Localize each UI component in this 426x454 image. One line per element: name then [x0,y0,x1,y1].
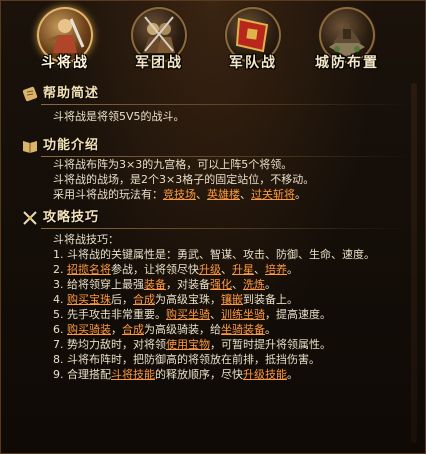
tab-legion-battle[interactable]: 军团战 [117,7,201,77]
tip-number: 2. [53,263,64,276]
divider [41,228,411,229]
tab-general-battle[interactable]: 斗将战 [23,7,107,77]
tip-link[interactable]: 升级技能 [243,368,287,381]
tip-text: 后， [111,293,133,306]
tip-number: 7. [53,338,64,351]
tip-link[interactable]: 训练坐骑 [221,308,265,321]
tip-text: ，可暂时提升将领属性。 [210,338,331,351]
tip-item: 1. 斗将战的关键属性是：勇武、智谋、攻击、防御、生命、速度。 [53,247,413,262]
tip-item: 2. 招揽名将参战，让将领尽快升级、升星、培养。 [53,262,413,277]
section-title: 帮助简述 [43,86,100,101]
tip-link[interactable]: 招揽名将 [67,263,111,276]
tip-link[interactable]: 培养 [265,263,287,276]
book-icon [23,141,37,153]
tip-link[interactable]: 购买坐骑 [166,308,210,321]
tip-text: 。 [287,368,298,381]
tip-text: 。 [287,263,298,276]
section-tips: 攻略技巧 [11,207,411,229]
tip-text: 斗将战的关键属性是：勇武、智谋、攻击、防御、生命、速度。 [67,248,375,261]
tip-text: 参战，让将领尽快 [111,263,199,276]
section-title: 攻略技巧 [43,210,100,225]
tip-text: 、 [210,308,221,321]
tip-text: 斗将布阵时，把防御高的将领放在前排，抵挡伤害。 [67,353,320,366]
link-hero-tower[interactable]: 英雄楼 [207,188,240,201]
help-text: 斗将战是将领5V5的战斗。 [53,110,185,123]
tip-number: 8. [53,353,64,366]
tip-link[interactable]: 装备 [144,278,166,291]
section-title: 功能介绍 [43,138,100,153]
tab-bar: 斗将战 军团战 军队战 城防布置 [23,7,423,77]
tip-text: 为高级骑装，给 [144,323,221,336]
tip-number: 5. [53,308,64,321]
tip-text: 、 [232,278,243,291]
tip-link[interactable]: 坐骑装备 [221,323,265,336]
tip-text: 合理搭配 [67,368,111,381]
tip-link[interactable]: 升星 [232,263,254,276]
tip-number: 9. [53,368,64,381]
link-arena[interactable]: 竞技场 [163,188,196,201]
tip-link[interactable]: 斗将技能 [111,368,155,381]
tip-link[interactable]: 强化 [210,278,232,291]
tip-item: 4. 购买宝珠后，合成为高级宝珠，镶嵌到装备上。 [53,292,413,307]
tip-number: 1. [53,248,64,261]
tip-item: 5. 先手攻击非常重要。购买坐骑、训练坐骑，提高速度。 [53,307,413,322]
tip-item: 6. 购买骑装，合成为高级骑装，给坐骑装备。 [53,322,413,337]
tip-text: 的释放顺序，尽快 [155,368,243,381]
tab-label: 军队战 [229,55,277,71]
help-content: 帮助简述 斗将战是将领5V5的战斗。 功能介绍 斗将战布阵为3×3的九宫格，可以… [11,75,419,449]
line-end: 。 [295,188,306,201]
tip-text: 、 [254,263,265,276]
tip-text: 。 [265,323,276,336]
tip-text: 给将领穿上最强 [67,278,144,291]
divider [41,104,411,105]
link-pass-levels[interactable]: 过关斩将 [251,188,295,201]
tip-item: 9. 合理搭配斗将技能的释放顺序，尽快升级技能。 [53,367,413,382]
tip-text: 为高级宝珠， [155,293,221,306]
tip-text: 到装备上。 [243,293,298,306]
features-line-1: 斗将战布阵为3×3的九宫格，可以上阵5个将领。 [53,158,293,171]
tip-text: ， [111,323,122,336]
tip-link[interactable]: 合成 [122,323,144,336]
features-line-3: 采用斗将战的玩法有：竞技场、英雄楼、过关斩将。 [53,187,306,202]
tips-list: 1. 斗将战的关键属性是：勇武、智谋、攻击、防御、生命、速度。 2. 招揽名将参战，让… [53,247,413,382]
tip-text: ，提高速度。 [265,308,331,321]
tip-link[interactable]: 镶嵌 [221,293,243,306]
features-line-2: 斗将战的战场，是2个3×3格子的固定站位，不移动。 [53,173,315,186]
tab-label: 军团战 [135,55,183,71]
separator: 、 [240,188,251,201]
tip-link[interactable]: 购买骑装 [67,323,111,336]
tip-number: 3. [53,278,64,291]
help-window: 斗将战 军团战 军队战 城防布置 帮助简述 斗将战是将领5V5的战斗。 功能介绍… [0,0,426,454]
tip-text: 先手攻击非常重要。 [67,308,166,321]
section-features: 功能介绍 [11,135,411,157]
tip-text: 势均力敌时，对将领 [67,338,166,351]
tip-item: 8. 斗将布阵时，把防御高的将领放在前排，抵挡伤害。 [53,352,413,367]
tip-text: 。 [265,278,276,291]
tab-army-battle[interactable]: 军队战 [211,7,295,77]
section-help-summary: 帮助简述 [11,83,411,105]
tip-number: 6. [53,323,64,336]
tip-text: 、 [221,263,232,276]
separator: 、 [196,188,207,201]
tip-item: 7. 势均力敌时，对将领使用宝物，可暂时提升将领属性。 [53,337,413,352]
tip-link[interactable]: 购买宝珠 [67,293,111,306]
tip-item: 3. 给将领穿上最强装备，对装备强化、洗炼。 [53,277,413,292]
tip-link[interactable]: 升级 [199,263,221,276]
scrollbar[interactable] [411,83,417,443]
tip-number: 4. [53,293,64,306]
features-prefix: 采用斗将战的玩法有： [53,188,163,201]
tip-link[interactable]: 合成 [133,293,155,306]
tip-link[interactable]: 使用宝物 [166,338,210,351]
tab-label: 城防布置 [315,55,379,71]
tip-link[interactable]: 洗炼 [243,278,265,291]
crossed-swords-icon [23,211,37,225]
tips-intro: 斗将战技巧： [53,233,119,246]
tab-label: 斗将战 [41,55,89,71]
scroll-icon [22,86,38,102]
tab-city-defense[interactable]: 城防布置 [305,7,389,77]
tip-text: ，对装备 [166,278,210,291]
